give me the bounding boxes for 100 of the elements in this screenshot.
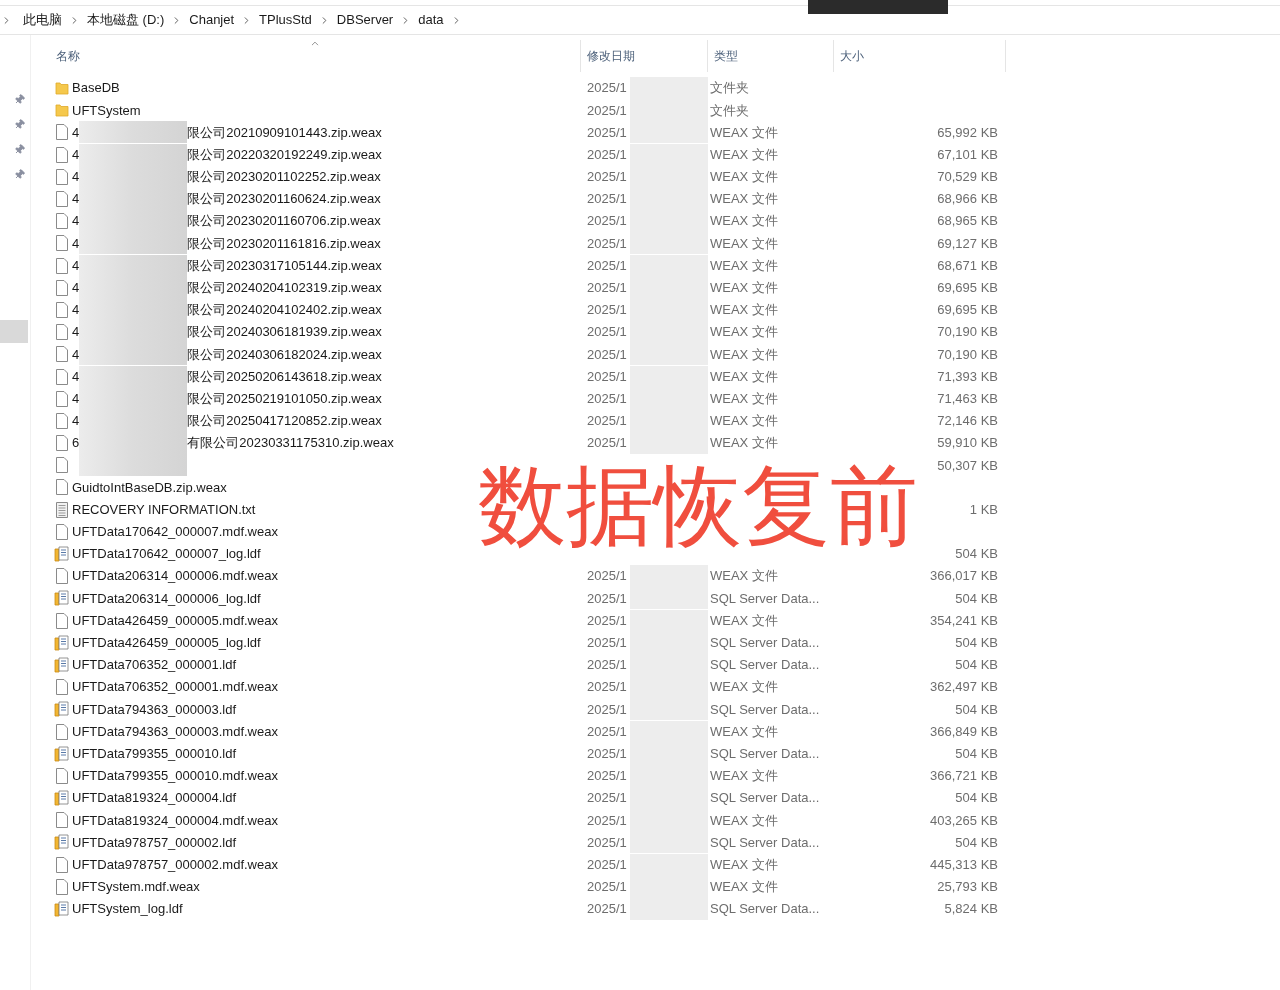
file-name[interactable]: UFTData170642_000007_log.ldf — [72, 544, 261, 564]
file-icon — [56, 257, 68, 274]
file-name[interactable]: UFTSystem — [72, 100, 141, 121]
file-name[interactable]: UFTData206314_000006.mdf.weax — [72, 566, 278, 586]
file-name[interactable]: 限公司20250206143618.zip.weax — [187, 366, 382, 387]
date-cell-text: 2025/1 — [587, 833, 628, 852]
date-cell-text: 2025/1 — [587, 434, 628, 453]
file-name[interactable]: UFTData794363_000003.mdf.weax — [72, 721, 278, 742]
file-name[interactable]: 限公司20230201102252.zip.weax — [187, 167, 381, 187]
file-name[interactable]: BaseDB — [72, 78, 120, 98]
file-icon — [56, 612, 68, 629]
file-name[interactable]: UFTData206314_000006_log.ldf — [72, 588, 261, 609]
date-cell-text: 2025/1 — [587, 811, 628, 830]
file-name[interactable]: 4 — [72, 278, 80, 298]
file-name[interactable]: 限公司20240204102402.zip.weax — [187, 300, 382, 320]
file-name[interactable]: 限公司20240204102319.zip.weax — [187, 278, 382, 298]
file-name[interactable]: UFTData819324_000004.mdf.weax — [72, 810, 278, 831]
file-name[interactable]: GuidtoIntBaseDB.zip.weax — [72, 477, 227, 498]
breadcrumb-item[interactable]: data — [415, 10, 447, 30]
column-header[interactable]: 修改日期 — [581, 40, 708, 72]
type-cell: WEAX 文件 — [710, 390, 778, 406]
type-cell: WEAX 文件 — [710, 568, 778, 584]
file-name[interactable]: UFTData426459_000005.mdf.weax — [72, 610, 278, 631]
database-file-icon — [54, 790, 70, 807]
date-cell-text: 2025/1 — [587, 656, 628, 675]
file-name[interactable]: 限公司20240306182024.zip.weax — [187, 344, 382, 365]
file-name[interactable]: 4 — [72, 255, 80, 276]
size-cell-text: 69,695 KB — [937, 301, 998, 320]
breadcrumb-item[interactable]: TPlusStd — [256, 10, 315, 30]
file-name[interactable]: UFTData978757_000002.ldf — [72, 832, 237, 853]
file-name[interactable]: 4 — [72, 189, 80, 209]
type-cell: WEAX 文件 — [710, 191, 778, 207]
file-icon — [56, 412, 68, 429]
file-name[interactable]: UFTData978757_000002.mdf.weax — [72, 854, 278, 875]
file-name[interactable]: 限公司20230317105144.zip.weax — [187, 255, 382, 276]
file-name[interactable]: 限公司20210909101443.zip.weax — [187, 122, 382, 143]
file-icon — [56, 723, 68, 740]
size-cell-text: 72,146 KB — [937, 412, 998, 431]
file-name[interactable]: 4 — [72, 300, 80, 320]
size-cell-text: 71,463 KB — [937, 389, 998, 408]
file-name[interactable]: 限公司20230201161816.zip.weax — [187, 233, 381, 254]
size-cell-text: 504 KB — [955, 700, 998, 719]
breadcrumb-item[interactable]: 本地磁盘 (D:) — [84, 10, 168, 30]
file-name[interactable]: 4 — [72, 344, 80, 365]
file-name[interactable]: 4 — [72, 322, 80, 342]
type-cell: SQL Server Data... — [710, 745, 820, 761]
file-name[interactable]: UFTData170642_000007.mdf.weax — [72, 522, 278, 542]
size-cell-text: 504 KB — [955, 589, 998, 608]
file-icon — [56, 568, 68, 585]
file-name[interactable]: UFTSystem_log.ldf — [72, 899, 183, 919]
file-name[interactable]: UFTData799355_000010.ldf — [72, 743, 237, 764]
file-name[interactable]: 6 — [72, 433, 80, 453]
breadcrumb-item[interactable]: 此电脑 — [20, 10, 65, 30]
file-name[interactable]: UFTData794363_000003.ldf — [72, 699, 237, 720]
date-cell-text: 2025/1 — [587, 412, 628, 431]
file-name[interactable]: 4 — [72, 122, 80, 143]
date-cell-text: 2025/1 — [587, 878, 628, 897]
file-name[interactable]: UFTData706352_000001.ldf — [72, 655, 237, 675]
file-name[interactable]: UFTData819324_000004.ldf — [72, 788, 237, 808]
file-name[interactable]: UFTData426459_000005_log.ldf — [72, 633, 261, 653]
breadcrumb-item[interactable]: Chanjet — [186, 10, 238, 30]
date-cell-text: 2025/1 — [587, 634, 628, 653]
date-cell-text: 2025/1 — [587, 855, 628, 874]
file-name[interactable]: 限公司20250417120852.zip.weax — [187, 411, 382, 431]
date-cell-text: 2025/1 — [587, 744, 628, 763]
file-name[interactable]: 4 — [72, 167, 80, 187]
file-icon — [56, 479, 68, 496]
date-cell-text: 2025/1 — [587, 611, 628, 630]
column-header[interactable]: 大小 — [834, 40, 1006, 72]
date-cell-text: 2025/1 — [587, 323, 628, 342]
file-name[interactable]: UFTData799355_000010.mdf.weax — [72, 766, 278, 786]
file-name[interactable]: 限公司20230201160706.zip.weax — [187, 211, 381, 231]
file-name[interactable]: 限公司20220320192249.zip.weax — [187, 144, 382, 165]
date-cell-text: 2025/1 — [587, 389, 628, 408]
file-name[interactable]: UFTData706352_000001.mdf.weax — [72, 677, 278, 697]
file-name[interactable]: 4 — [72, 411, 80, 431]
file-name[interactable]: 4 — [72, 366, 80, 387]
file-name[interactable]: 4 — [72, 211, 80, 231]
file-name[interactable]: 4 — [72, 388, 80, 409]
file-name[interactable]: 限公司20250219101050.zip.weax — [187, 388, 382, 409]
type-cell: SQL Server Data... — [710, 635, 820, 651]
file-name[interactable]: 有限公司20230331175310.zip.weax — [187, 433, 394, 453]
type-cell: WEAX 文件 — [710, 280, 778, 296]
column-header[interactable]: 类型 — [708, 40, 834, 72]
column-header[interactable]: 名称 — [50, 40, 581, 72]
size-cell-text: 25,793 KB — [937, 878, 998, 897]
type-cell: WEAX 文件 — [710, 169, 778, 185]
breadcrumb-item[interactable]: DBServer — [333, 10, 397, 30]
file-name[interactable]: 限公司20240306181939.zip.weax — [187, 322, 382, 342]
file-name[interactable]: 4 — [72, 144, 80, 165]
type-cell: WEAX 文件 — [710, 124, 778, 140]
date-cell-text: 2025/1 — [587, 190, 628, 209]
size-cell-text: 366,017 KB — [930, 567, 998, 586]
date-cell-text: 2025/1 — [587, 367, 628, 386]
file-name[interactable]: 4 — [72, 233, 80, 254]
file-name[interactable]: UFTSystem.mdf.weax — [72, 877, 200, 897]
file-name[interactable]: RECOVERY INFORMATION.txt — [72, 499, 256, 520]
database-file-icon — [54, 590, 70, 607]
size-cell-text: 68,671 KB — [937, 256, 998, 275]
file-name[interactable]: 限公司20230201160624.zip.weax — [187, 189, 381, 209]
